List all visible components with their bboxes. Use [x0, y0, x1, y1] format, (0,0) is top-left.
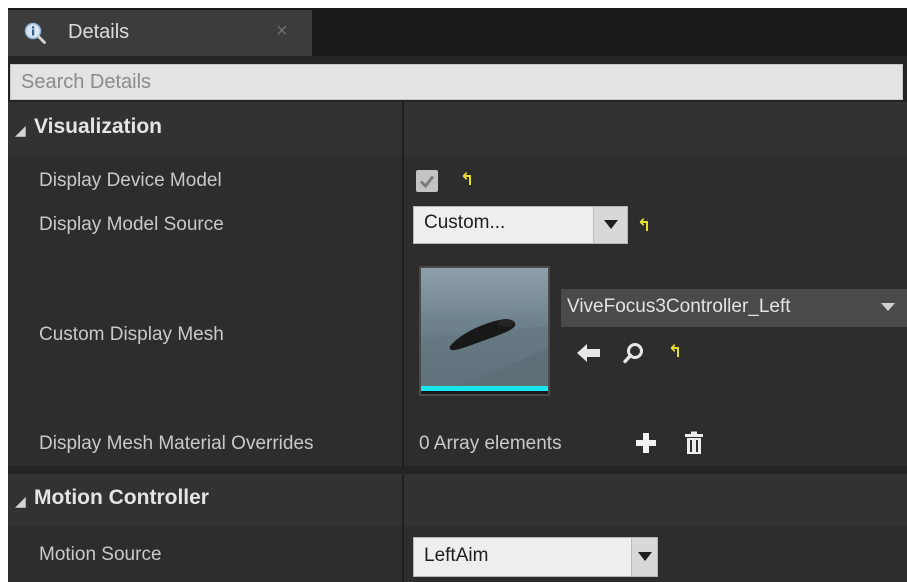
expand-triangle-icon[interactable]: ◢: [15, 122, 26, 139]
row-display-mesh-material-overrides: Display Mesh Material Overrides 0 Array …: [8, 416, 907, 466]
motion-source-dropdown[interactable]: LeftAim: [413, 537, 658, 577]
controller-mesh-preview: [421, 268, 548, 391]
label-display-mesh-material-overrides: Display Mesh Material Overrides: [39, 433, 314, 454]
array-elements-count: 0 Array elements: [419, 433, 562, 454]
label-motion-source: Motion Source: [39, 544, 162, 565]
chevron-down-icon: [638, 552, 652, 561]
tab-bar: Details ×: [8, 8, 907, 56]
label-display-device-model: Display Device Model: [39, 170, 222, 191]
details-info-icon: [24, 22, 46, 44]
checkmark-icon: [419, 175, 435, 189]
display-device-model-checkbox[interactable]: [416, 170, 438, 192]
expand-triangle-icon[interactable]: ◢: [15, 493, 26, 510]
category-label-visualization: Visualization: [34, 115, 162, 138]
reset-to-default-icon[interactable]: ↰: [668, 342, 682, 362]
chevron-down-icon: [881, 303, 895, 311]
motion-source-value: LeftAim: [424, 545, 489, 566]
display-model-source-dropdown[interactable]: Custom...: [413, 206, 628, 244]
chevron-down-icon: [604, 220, 618, 229]
browse-magnifier-icon[interactable]: [623, 342, 645, 364]
trash-icon[interactable]: [684, 431, 704, 455]
category-visualization[interactable]: ◢ Visualization: [8, 102, 907, 156]
display-model-source-value: Custom...: [424, 212, 506, 233]
use-selected-arrow-icon[interactable]: [577, 343, 601, 363]
tab-details[interactable]: Details ×: [8, 10, 312, 56]
row-display-device-model: Display Device Model ↰: [8, 156, 907, 200]
mesh-thumbnail[interactable]: [419, 266, 550, 396]
reset-to-default-icon[interactable]: ↰: [460, 170, 474, 190]
search-details-input[interactable]: [10, 64, 903, 100]
dropdown-arrow-button[interactable]: [631, 538, 657, 576]
label-custom-display-mesh: Custom Display Mesh: [39, 324, 224, 345]
category-motion-controller[interactable]: ◢ Motion Controller: [8, 474, 907, 526]
row-display-model-source: Display Model Source Custom... ↰: [8, 200, 907, 254]
details-panel: Details × ◢ Visualization Display Device…: [8, 8, 907, 582]
tab-close-icon[interactable]: ×: [276, 20, 288, 43]
mesh-asset-name: ViveFocus3Controller_Left: [567, 296, 791, 317]
label-display-model-source: Display Model Source: [39, 214, 224, 235]
tab-title: Details: [68, 21, 130, 43]
category-label-motion-controller: Motion Controller: [34, 486, 209, 509]
reset-to-default-icon[interactable]: ↰: [637, 216, 651, 236]
dropdown-arrow-button[interactable]: [593, 207, 627, 243]
row-motion-source: Motion Source LeftAim: [8, 526, 907, 582]
mesh-asset-picker[interactable]: ViveFocus3Controller_Left: [561, 289, 907, 327]
add-plus-icon[interactable]: [635, 432, 657, 454]
